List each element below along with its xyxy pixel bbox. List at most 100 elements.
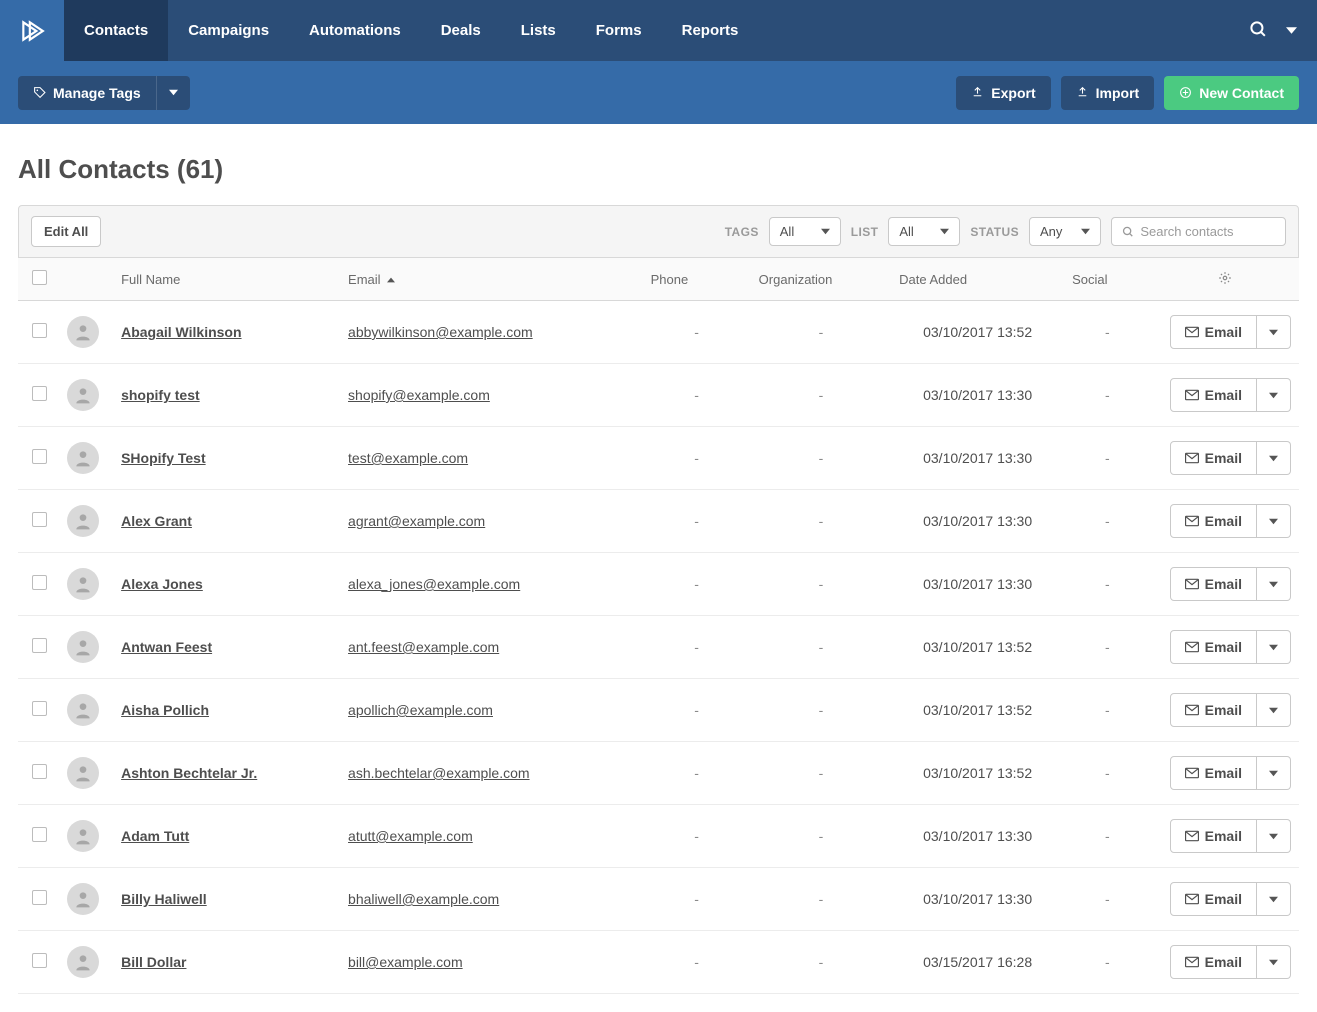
search-icon[interactable] — [1249, 20, 1268, 42]
contact-name-link[interactable]: Adam Tutt — [121, 828, 189, 844]
contact-phone: - — [694, 513, 699, 529]
contact-email-link[interactable]: bill@example.com — [348, 954, 463, 970]
contact-social: - — [1105, 954, 1110, 970]
status-filter-select[interactable]: Any — [1029, 217, 1101, 246]
sort-asc-icon — [387, 276, 395, 284]
row-checkbox[interactable] — [32, 449, 47, 464]
import-button[interactable]: Import — [1061, 76, 1155, 110]
email-action-button[interactable]: Email — [1170, 945, 1257, 979]
nav-item-contacts[interactable]: Contacts — [64, 0, 168, 61]
contact-email-link[interactable]: shopify@example.com — [348, 387, 490, 403]
col-settings[interactable] — [1151, 258, 1299, 301]
new-contact-button[interactable]: New Contact — [1164, 76, 1299, 110]
row-action-dropdown[interactable] — [1257, 504, 1291, 538]
contact-email-link[interactable]: ant.feest@example.com — [348, 639, 499, 655]
contact-org: - — [819, 513, 824, 529]
row-action-dropdown[interactable] — [1257, 693, 1291, 727]
email-action-button[interactable]: Email — [1170, 378, 1257, 412]
app-logo[interactable] — [0, 0, 64, 61]
contact-name-link[interactable]: Ashton Bechtelar Jr. — [121, 765, 257, 781]
contact-name-link[interactable]: Alexa Jones — [121, 576, 203, 592]
email-action-button[interactable]: Email — [1170, 756, 1257, 790]
row-checkbox[interactable] — [32, 386, 47, 401]
email-action-button[interactable]: Email — [1170, 567, 1257, 601]
row-action-dropdown[interactable] — [1257, 378, 1291, 412]
nav-item-automations[interactable]: Automations — [289, 0, 421, 61]
contact-date: 03/10/2017 13:52 — [923, 639, 1032, 655]
contact-email-link[interactable]: agrant@example.com — [348, 513, 485, 529]
list-filter-select[interactable]: All — [888, 217, 960, 246]
export-button[interactable]: Export — [956, 76, 1050, 110]
row-action-dropdown[interactable] — [1257, 882, 1291, 916]
contact-email-link[interactable]: atutt@example.com — [348, 828, 473, 844]
nav-item-reports[interactable]: Reports — [662, 0, 759, 61]
col-full-name[interactable]: Full Name — [113, 258, 340, 301]
row-action-dropdown[interactable] — [1257, 441, 1291, 475]
edit-all-button[interactable]: Edit All — [31, 216, 101, 247]
envelope-icon — [1185, 641, 1199, 653]
contact-email-link[interactable]: alexa_jones@example.com — [348, 576, 520, 592]
col-phone[interactable]: Phone — [643, 258, 751, 301]
chevron-down-icon — [1269, 706, 1278, 715]
search-contacts-box[interactable] — [1111, 217, 1286, 246]
row-action-dropdown[interactable] — [1257, 945, 1291, 979]
contact-email-link[interactable]: test@example.com — [348, 450, 468, 466]
email-action-button[interactable]: Email — [1170, 693, 1257, 727]
row-action-dropdown[interactable] — [1257, 630, 1291, 664]
contact-name-link[interactable]: Aisha Pollich — [121, 702, 209, 718]
select-all-checkbox[interactable] — [32, 270, 47, 285]
chevron-down-icon — [1269, 958, 1278, 967]
col-organization[interactable]: Organization — [751, 258, 891, 301]
row-checkbox[interactable] — [32, 512, 47, 527]
nav-item-campaigns[interactable]: Campaigns — [168, 0, 289, 61]
contact-phone: - — [694, 828, 699, 844]
contact-email-link[interactable]: bhaliwell@example.com — [348, 891, 499, 907]
chevron-down-icon — [1269, 391, 1278, 400]
row-action-dropdown[interactable] — [1257, 819, 1291, 853]
contact-social: - — [1105, 639, 1110, 655]
col-social[interactable]: Social — [1064, 258, 1150, 301]
manage-tags-dropdown[interactable] — [156, 76, 190, 110]
contact-name-link[interactable]: Bill Dollar — [121, 954, 186, 970]
col-date-added[interactable]: Date Added — [891, 258, 1064, 301]
email-action-button[interactable]: Email — [1170, 504, 1257, 538]
contact-name-link[interactable]: SHopify Test — [121, 450, 206, 466]
row-checkbox[interactable] — [32, 323, 47, 338]
contact-name-link[interactable]: Alex Grant — [121, 513, 192, 529]
tags-filter-select[interactable]: All — [769, 217, 841, 246]
contact-email-link[interactable]: ash.bechtelar@example.com — [348, 765, 530, 781]
contact-email-link[interactable]: apollich@example.com — [348, 702, 493, 718]
row-checkbox[interactable] — [32, 638, 47, 653]
row-checkbox[interactable] — [32, 953, 47, 968]
email-action-button[interactable]: Email — [1170, 819, 1257, 853]
contact-name-link[interactable]: Billy Haliwell — [121, 891, 207, 907]
contact-name-link[interactable]: shopify test — [121, 387, 200, 403]
row-checkbox[interactable] — [32, 827, 47, 842]
gear-icon — [1218, 271, 1232, 285]
contact-date: 03/10/2017 13:30 — [923, 387, 1032, 403]
email-action-button[interactable]: Email — [1170, 441, 1257, 475]
nav-item-deals[interactable]: Deals — [421, 0, 501, 61]
contact-email-link[interactable]: abbywilkinson@example.com — [348, 324, 533, 340]
manage-tags-button[interactable]: Manage Tags — [18, 76, 156, 110]
nav-item-forms[interactable]: Forms — [576, 0, 662, 61]
row-checkbox[interactable] — [32, 890, 47, 905]
row-checkbox[interactable] — [32, 575, 47, 590]
nav-item-lists[interactable]: Lists — [501, 0, 576, 61]
chevron-down-icon — [1269, 580, 1278, 589]
account-menu-caret[interactable] — [1286, 23, 1297, 39]
col-email[interactable]: Email — [340, 258, 643, 301]
row-action-dropdown[interactable] — [1257, 756, 1291, 790]
email-action-button[interactable]: Email — [1170, 630, 1257, 664]
search-contacts-input[interactable] — [1140, 224, 1275, 239]
search-icon — [1122, 225, 1134, 239]
row-action-dropdown[interactable] — [1257, 315, 1291, 349]
row-checkbox[interactable] — [32, 764, 47, 779]
contact-name-link[interactable]: Antwan Feest — [121, 639, 212, 655]
email-action-button[interactable]: Email — [1170, 315, 1257, 349]
email-action-button[interactable]: Email — [1170, 882, 1257, 916]
row-action-dropdown[interactable] — [1257, 567, 1291, 601]
contact-name-link[interactable]: Abagail Wilkinson — [121, 324, 241, 340]
row-checkbox[interactable] — [32, 701, 47, 716]
envelope-icon — [1185, 515, 1199, 527]
